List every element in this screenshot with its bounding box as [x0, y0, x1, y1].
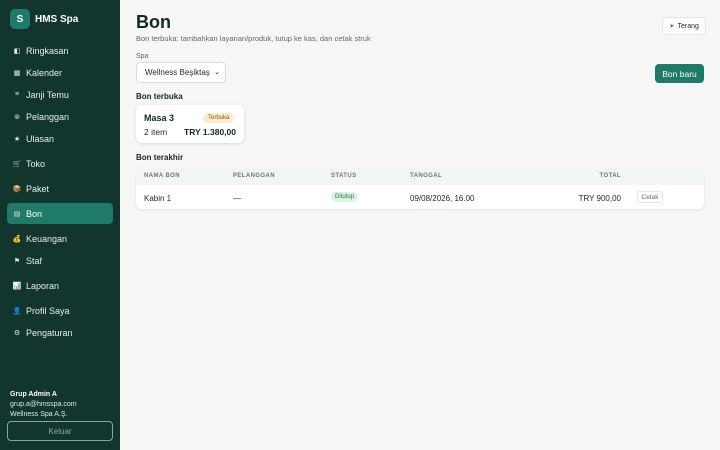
sidebar-item-icon: ◧ [13, 47, 21, 55]
column-header-date: TANGGAL [410, 173, 443, 179]
user-email: grup.a@hmsspa.com [10, 401, 77, 408]
table-header: NAMA BON PELANGGAN STATUS TANGGAL TOTAL [136, 167, 704, 185]
sidebar-item-ulasan[interactable]: ★ Ulasan [7, 128, 113, 149]
sidebar-item-icon: ≡ [14, 91, 20, 98]
sidebar-item-icon: ⚙ [13, 329, 21, 337]
sidebar-nav: ◧ Ringkasan ▦ Kalender ≡ Janji Temu ⊚ Pelanggan… [7, 40, 113, 344]
new-bon-button[interactable]: Bon baru [655, 64, 704, 83]
sidebar-item-profil-saya[interactable]: 👤 Profil Saya [7, 300, 113, 321]
brand[interactable]: S HMS Spa [10, 9, 78, 29]
theme-toggle-label: Terang [677, 22, 699, 30]
sidebar-item-kalender[interactable]: ▦ Kalender [7, 62, 113, 83]
open-bon-total: TRY 1.380,00 [184, 127, 236, 137]
column-header-status: STATUS [331, 173, 357, 179]
user-info: Grup Admin A grup.a@hmsspa.com Wellness … [10, 390, 77, 420]
sidebar-item-label: Janji Temu [26, 89, 69, 100]
sidebar-item-label: Staf [26, 255, 43, 266]
sidebar-item-staf[interactable]: ⚑ Staf [7, 250, 113, 271]
row-date: 09/08/2026, 16.00 [410, 194, 475, 203]
sidebar-item-label: Paket [26, 183, 50, 194]
sidebar-item-laporan[interactable]: 📊 Laporan [7, 275, 113, 296]
sidebar-item-label: Toko [26, 158, 46, 169]
sidebar-item-icon: ▦ [13, 69, 21, 77]
logout-button[interactable]: Keluar [7, 421, 113, 441]
sidebar-item-label: Kalender [26, 67, 63, 78]
sidebar-item-icon: ⊚ [14, 113, 20, 121]
sidebar-item-janji-temu[interactable]: ≡ Janji Temu [7, 84, 113, 105]
open-bons-heading: Bon terbuka [136, 92, 183, 101]
open-bon-item-count: 2 item [144, 127, 168, 137]
sidebar-item-icon: 👤 [12, 307, 22, 315]
sidebar-item-label: Ringkasan [26, 45, 69, 56]
sidebar-item-icon: 📊 [12, 282, 22, 290]
sidebar-item-pelanggan[interactable]: ⊚ Pelanggan [7, 106, 113, 127]
closed-status-badge: Ditutup [331, 192, 359, 202]
sidebar-item-label: Ulasan [26, 133, 55, 144]
sidebar: S HMS Spa ◧ Ringkasan ▦ Kalender ≡ Janji Temu… [0, 0, 120, 450]
sidebar-item-icon: ▤ [13, 210, 21, 218]
sidebar-item-icon: ★ [13, 135, 21, 143]
sidebar-item-label: Keuangan [26, 233, 68, 244]
sidebar-item-label: Profil Saya [26, 305, 70, 316]
column-header-name: NAMA BON [144, 173, 180, 179]
spa-select-label: Spa [136, 53, 149, 60]
row-total: TRY 900,00 [578, 194, 621, 203]
brand-name: HMS Spa [35, 13, 79, 25]
sidebar-item-toko[interactable]: 🛒 Toko [7, 153, 113, 174]
sidebar-item-icon: 🛒 [12, 160, 22, 168]
sidebar-item-icon: 📦 [12, 185, 22, 193]
sidebar-item-paket[interactable]: 📦 Paket [7, 178, 113, 199]
sidebar-item-icon: 💰 [12, 235, 22, 243]
page-subtitle: Bon terbuka: tambahkan layanan/produk, t… [136, 34, 371, 43]
spa-select[interactable]: Wellness Beşiktaş ⌄ [136, 62, 226, 83]
theme-toggle-button[interactable]: ☀ Terang [662, 17, 706, 35]
sidebar-item-label: Pengaturan [26, 327, 73, 338]
sidebar-item-ringkasan[interactable]: ◧ Ringkasan [7, 40, 113, 61]
sidebar-item-keuangan[interactable]: 💰 Keuangan [7, 228, 113, 249]
recent-bons-table: NAMA BON PELANGGAN STATUS TANGGAL TOTAL … [136, 167, 704, 209]
sidebar-item-icon: ⚑ [13, 257, 21, 265]
print-button[interactable]: Cetak [637, 191, 663, 203]
user-company: Wellness Spa A.Ş. [10, 411, 68, 418]
open-bon-name: Masa 3 [144, 113, 175, 123]
brand-logo: S [10, 9, 30, 29]
row-name: Kabin 1 [144, 194, 172, 203]
page-title: Bon [136, 12, 171, 32]
user-name: Grup Admin A [10, 391, 57, 398]
open-status-badge: Terbuka [203, 113, 235, 123]
spa-select-value: Wellness Beşiktaş [145, 68, 210, 77]
sidebar-item-pengaturan[interactable]: ⚙ Pengaturan [7, 322, 113, 343]
sidebar-item-label: Laporan [26, 280, 60, 291]
sidebar-item-label: Pelanggan [26, 111, 70, 122]
sidebar-item-bon[interactable]: ▤ Bon [7, 203, 113, 224]
open-bon-card[interactable]: Masa 3 Terbuka 2 item TRY 1.380,00 [136, 105, 244, 143]
row-customer: — [233, 194, 241, 203]
column-header-total: TOTAL [599, 173, 621, 179]
sidebar-item-label: Bon [26, 208, 43, 219]
chevron-down-icon: ⌄ [214, 69, 220, 76]
column-header-customer: PELANGGAN [233, 173, 275, 179]
recent-bons-heading: Bon terakhir [136, 153, 184, 162]
sun-icon: ☀ [669, 23, 675, 30]
